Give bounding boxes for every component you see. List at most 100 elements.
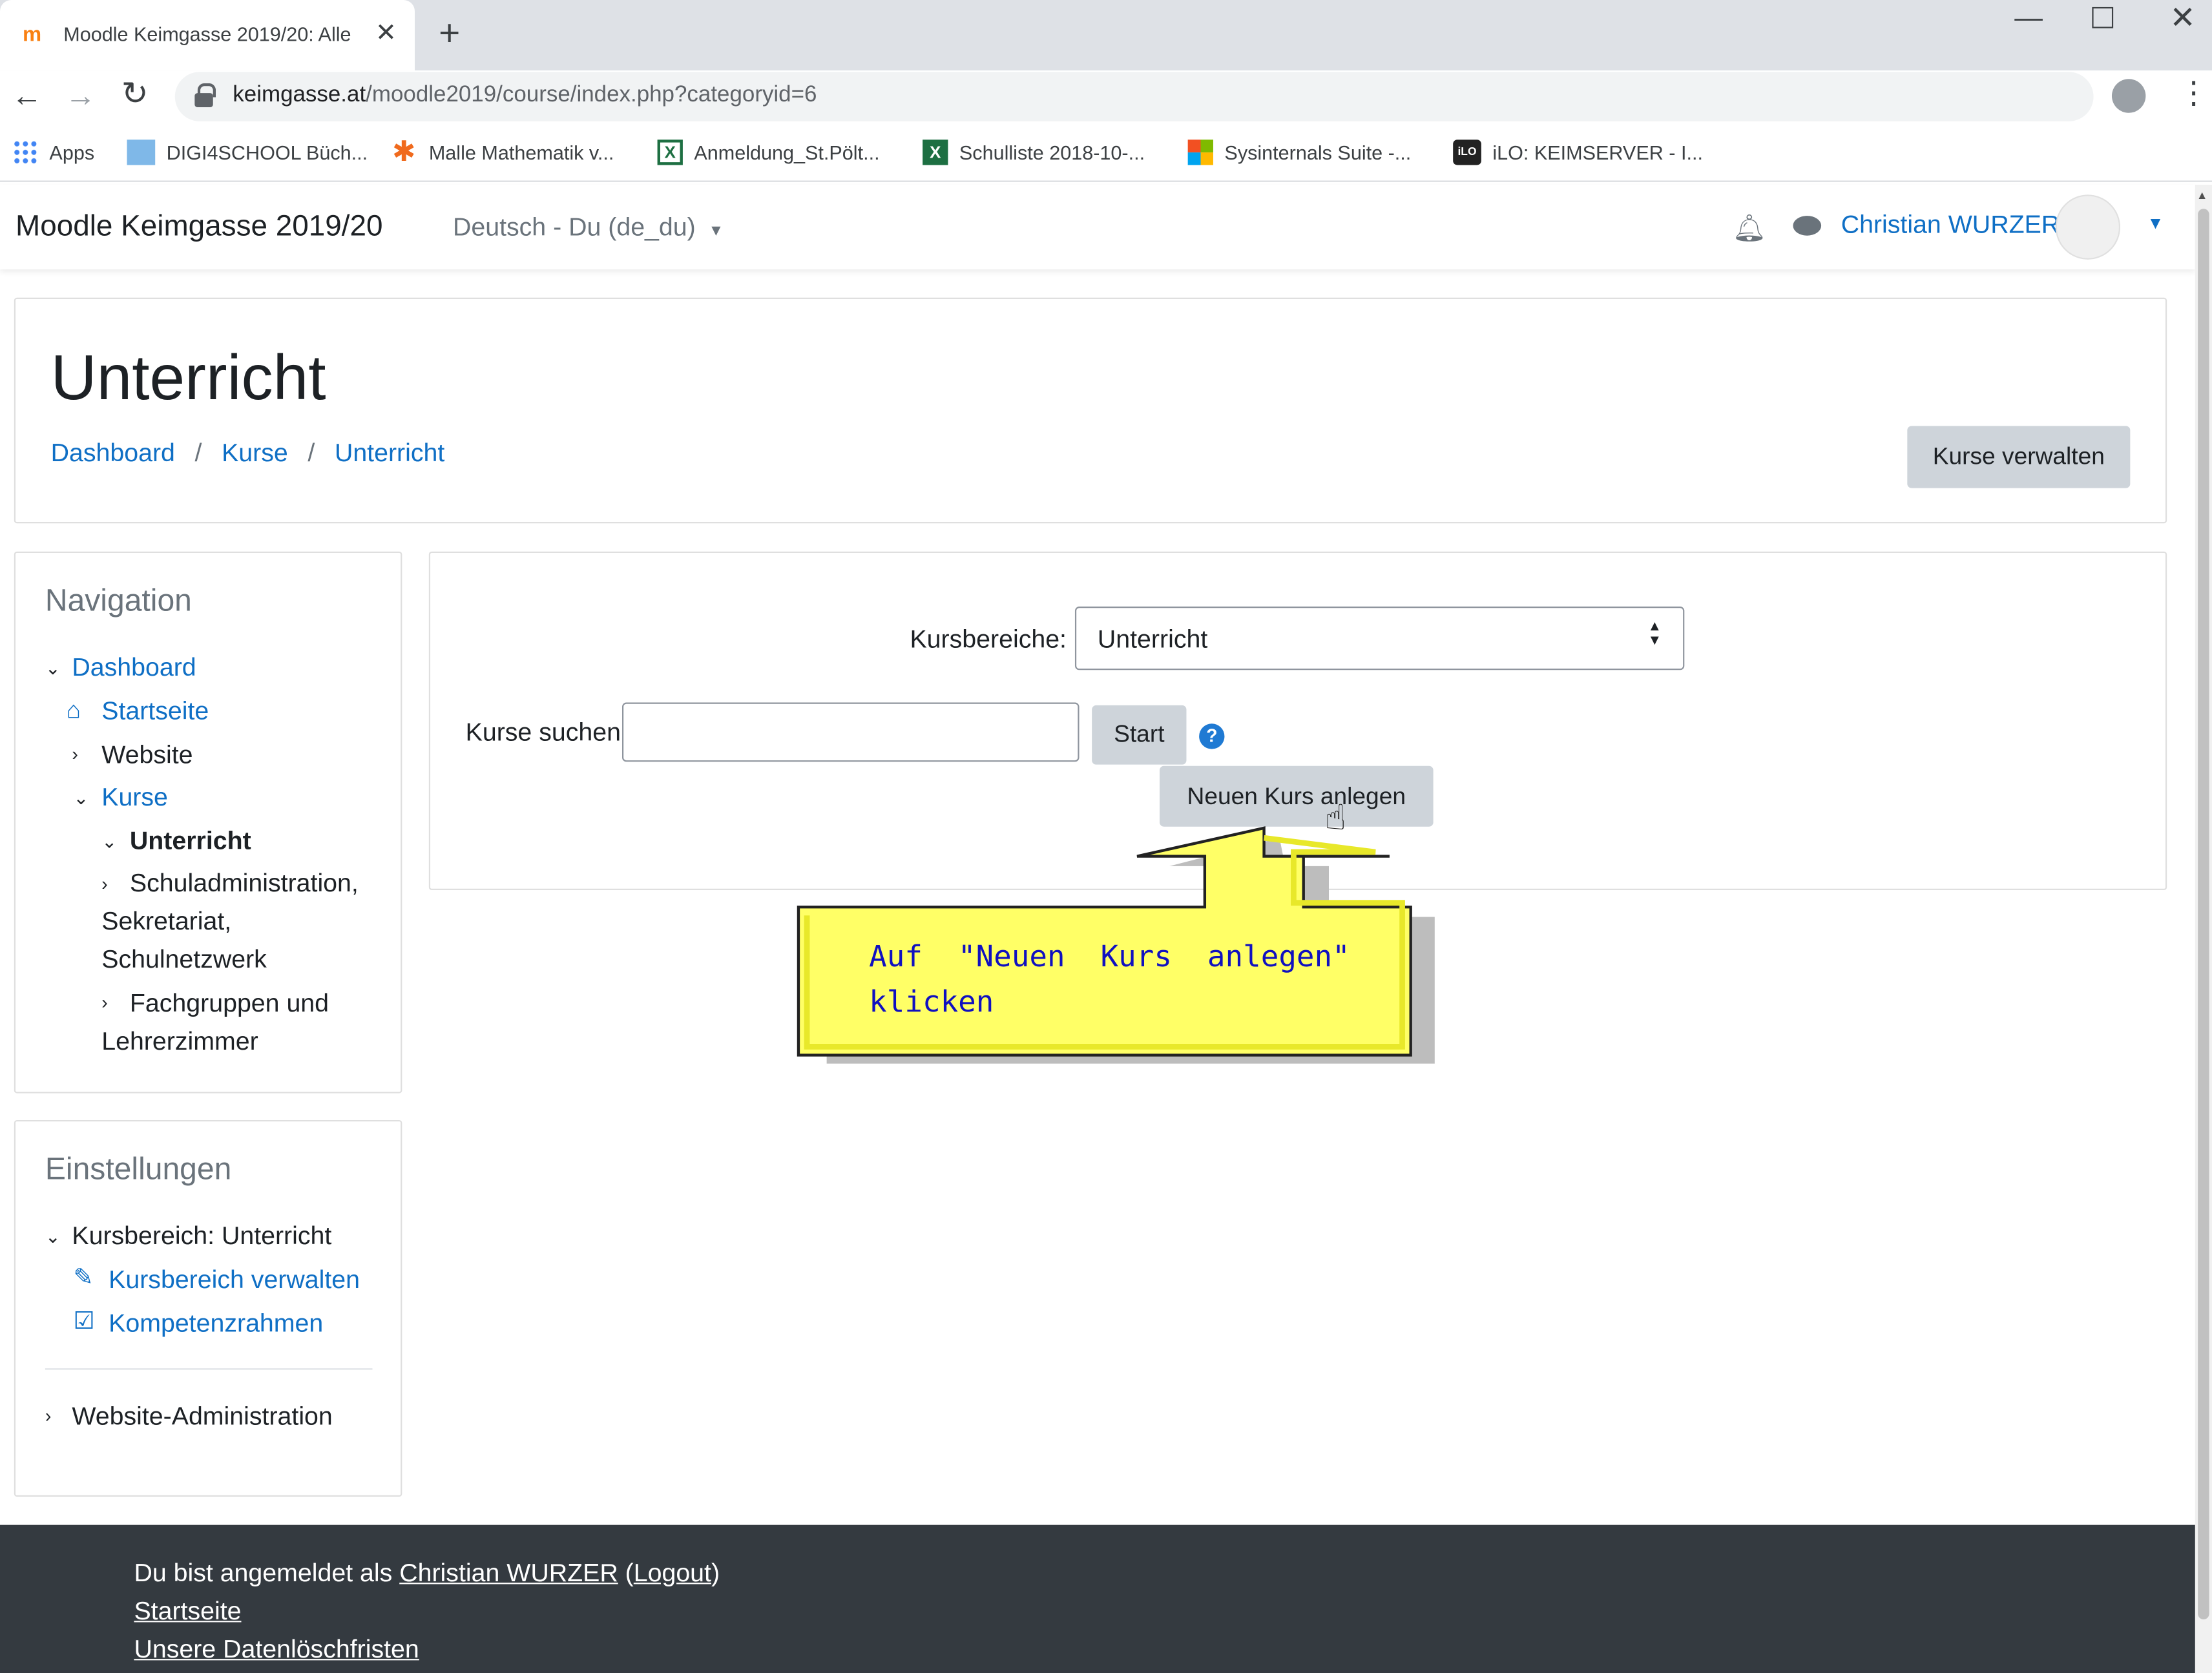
nav-schuladmin-line2[interactable]: Sekretariat, <box>101 907 231 937</box>
user-menu-name[interactable]: Christian WURZER <box>1841 210 2060 240</box>
bookmark-schulliste[interactable]: X Schulliste 2018-10-... <box>923 138 1145 167</box>
digi4school-icon <box>127 140 156 165</box>
chevron-down-icon[interactable]: ⌄ <box>45 658 61 680</box>
breadcrumb-unterricht[interactable]: Unterricht <box>335 439 444 467</box>
chevron-right-icon[interactable]: › <box>101 873 107 895</box>
nav-dashboard[interactable]: Dashboard <box>72 653 196 683</box>
start-button[interactable]: Start <box>1092 705 1187 765</box>
bookmark-sysinternals[interactable]: Sysinternals Suite -... <box>1187 138 1412 167</box>
manage-courses-button[interactable]: Kurse verwalten <box>1907 426 2131 488</box>
breadcrumb-kurse[interactable]: Kurse <box>222 439 288 467</box>
reload-icon[interactable]: ↻ <box>121 75 149 113</box>
ilo-icon: iLO <box>1453 140 1481 165</box>
bookmark-label: iLO: KEIMSERVER - I... <box>1492 141 1703 164</box>
profile-icon[interactable] <box>2111 79 2146 113</box>
minimize-icon[interactable]: — <box>2014 3 2043 35</box>
divider <box>45 1368 373 1370</box>
category-select-value: Unterricht <box>1097 625 1208 654</box>
language-menu[interactable]: Deutsch - Du (de_du) ▼ <box>453 213 724 243</box>
excel-icon: X <box>657 140 683 165</box>
footer-startseite-link[interactable]: Startseite <box>134 1597 241 1626</box>
breadcrumb-dashboard[interactable]: Dashboard <box>51 439 175 467</box>
settings-kompetenzrahmen[interactable]: Kompetenzrahmen <box>109 1309 323 1339</box>
user-menu-caret-icon[interactable]: ▼ <box>2147 213 2164 233</box>
nav-website[interactable]: Website <box>101 741 193 771</box>
new-course-button[interactable]: Neuen Kurs anlegen <box>1159 765 1434 827</box>
breadcrumb-separator: / <box>308 439 315 467</box>
settings-kursbereich-verwalten[interactable]: Kursbereich verwalten <box>109 1265 360 1295</box>
nav-fachgruppen-line2[interactable]: Lehrerzimmer <box>101 1027 258 1057</box>
callout-text: Auf "Neuen Kurs anlegen" klicken <box>869 934 1350 1024</box>
bookmark-label: Apps <box>49 141 95 164</box>
footer-user-link[interactable]: Christian WURZER <box>399 1559 618 1587</box>
bookmark-anmeldung[interactable]: X Anmeldung_St.Pölt... <box>657 138 880 167</box>
forward-icon[interactable]: → <box>65 78 96 114</box>
scrollbar-thumb[interactable] <box>2198 209 2209 1620</box>
browser-tab[interactable]: m Moodle Keimgasse 2019/20: Alle ✕ <box>0 0 415 71</box>
callout-line2: klicken <box>869 984 994 1019</box>
chevron-down-icon[interactable]: ⌄ <box>74 787 89 810</box>
bookmark-label: DIGI4SCHOOL Büch... <box>166 141 368 164</box>
chevron-right-icon[interactable]: › <box>45 1405 51 1426</box>
footer-data-retention-link[interactable]: Unsere Datenlöschfristen <box>134 1635 419 1665</box>
caret-down-icon: ▼ <box>708 223 724 240</box>
settings-block: Einstellungen ⌄ Kursbereich: Unterricht … <box>14 1119 402 1497</box>
nav-unterricht[interactable]: Unterricht <box>130 827 251 857</box>
chevron-down-icon[interactable]: ⌄ <box>101 831 117 853</box>
chevron-down-icon[interactable]: ⌄ <box>45 1226 61 1249</box>
footer-login-info: Du bist angemeldet als Christian WURZER … <box>134 1559 720 1587</box>
screen: m Moodle Keimgasse 2019/20: Alle ✕ + — ✕… <box>0 0 2212 1673</box>
bookmark-digi4school[interactable]: DIGI4SCHOOL Büch... <box>127 138 368 167</box>
messages-icon[interactable] <box>1793 216 1822 236</box>
url-path: /moodle2019/course/index.php?categoryid=… <box>366 83 817 107</box>
navigation-block: Navigation ⌄ Dashboard ⌂ Startseite › We… <box>14 551 402 1094</box>
logout-link[interactable]: Logout <box>634 1559 711 1587</box>
settings-kursbereich[interactable]: Kursbereich: Unterricht <box>72 1221 331 1251</box>
home-icon: ⌂ <box>66 696 81 724</box>
nav-schuladmin-line1[interactable]: Schuladministration, <box>130 869 359 899</box>
window-close-icon[interactable]: ✕ <box>2169 0 2195 37</box>
nav-kurse[interactable]: Kurse <box>101 783 168 813</box>
scroll-up-icon[interactable]: ▲ <box>2196 189 2207 202</box>
search-input[interactable] <box>621 702 1080 762</box>
bell-icon[interactable]: 🔔︎ <box>1733 212 1767 245</box>
navigation-title: Navigation <box>45 582 192 618</box>
bookmark-apps[interactable]: Apps <box>12 138 95 167</box>
chevron-right-icon[interactable]: › <box>72 743 78 765</box>
browser-menu-icon[interactable]: ⋮ <box>2178 75 2209 112</box>
address-bar[interactable]: keimgasse.at/moodle2019/course/index.php… <box>174 72 2094 121</box>
browser-tabstrip: m Moodle Keimgasse 2019/20: Alle ✕ + — ✕ <box>0 0 2212 71</box>
bookmark-malle[interactable]: ✱ Malle Mathematik v... <box>392 138 614 167</box>
callout-word: "Neuen <box>957 939 1065 973</box>
maximize-icon[interactable] <box>2092 6 2114 28</box>
nav-schuladmin-line3[interactable]: Schulnetzwerk <box>101 945 267 975</box>
help-icon[interactable]: ? <box>1199 723 1225 749</box>
page-footer: Du bist angemeldet als Christian WURZER … <box>0 1524 2195 1673</box>
nav-startseite[interactable]: Startseite <box>101 697 209 727</box>
new-tab-icon[interactable]: + <box>439 11 460 55</box>
breadcrumb-separator: / <box>194 439 202 467</box>
microsoft-icon <box>1187 140 1213 165</box>
settings-website-admin[interactable]: Website-Administration <box>72 1402 332 1432</box>
bookmark-label: Sysinternals Suite -... <box>1224 141 1412 164</box>
back-icon[interactable]: ← <box>11 78 42 114</box>
site-name[interactable]: Moodle Keimgasse 2019/20 <box>16 210 383 244</box>
bookmark-ilo[interactable]: iLO iLO: KEIMSERVER - I... <box>1453 138 1703 167</box>
bookmark-label: Schulliste 2018-10-... <box>959 141 1145 164</box>
nav-fachgruppen-line1[interactable]: Fachgruppen und <box>130 989 329 1019</box>
bookmarks-bar: Apps DIGI4SCHOOL Büch... ✱ Malle Mathema… <box>0 124 2212 182</box>
bookmark-label: Anmeldung_St.Pölt... <box>694 141 880 164</box>
bookmark-label: Malle Mathematik v... <box>428 141 614 164</box>
footer-login-prefix: Du bist angemeldet als <box>134 1559 400 1587</box>
url-host: keimgasse.at <box>233 83 366 107</box>
lock-body <box>194 93 213 107</box>
page-header: Unterricht Dashboard / Kurse / Unterrich… <box>14 297 2167 524</box>
chevron-right-icon[interactable]: › <box>101 992 107 1013</box>
callout-word: Kurs <box>1100 939 1172 973</box>
category-label: Kursbereiche: <box>910 625 1067 654</box>
settings-title: Einstellungen <box>45 1150 232 1187</box>
category-select[interactable]: Unterricht ▲ ▼ <box>1074 607 1685 670</box>
avatar[interactable] <box>2055 194 2121 260</box>
moodle-navbar: Moodle Keimgasse 2019/20 Deutsch - Du (d… <box>0 185 2195 270</box>
tab-close-icon[interactable]: ✕ <box>375 18 397 48</box>
